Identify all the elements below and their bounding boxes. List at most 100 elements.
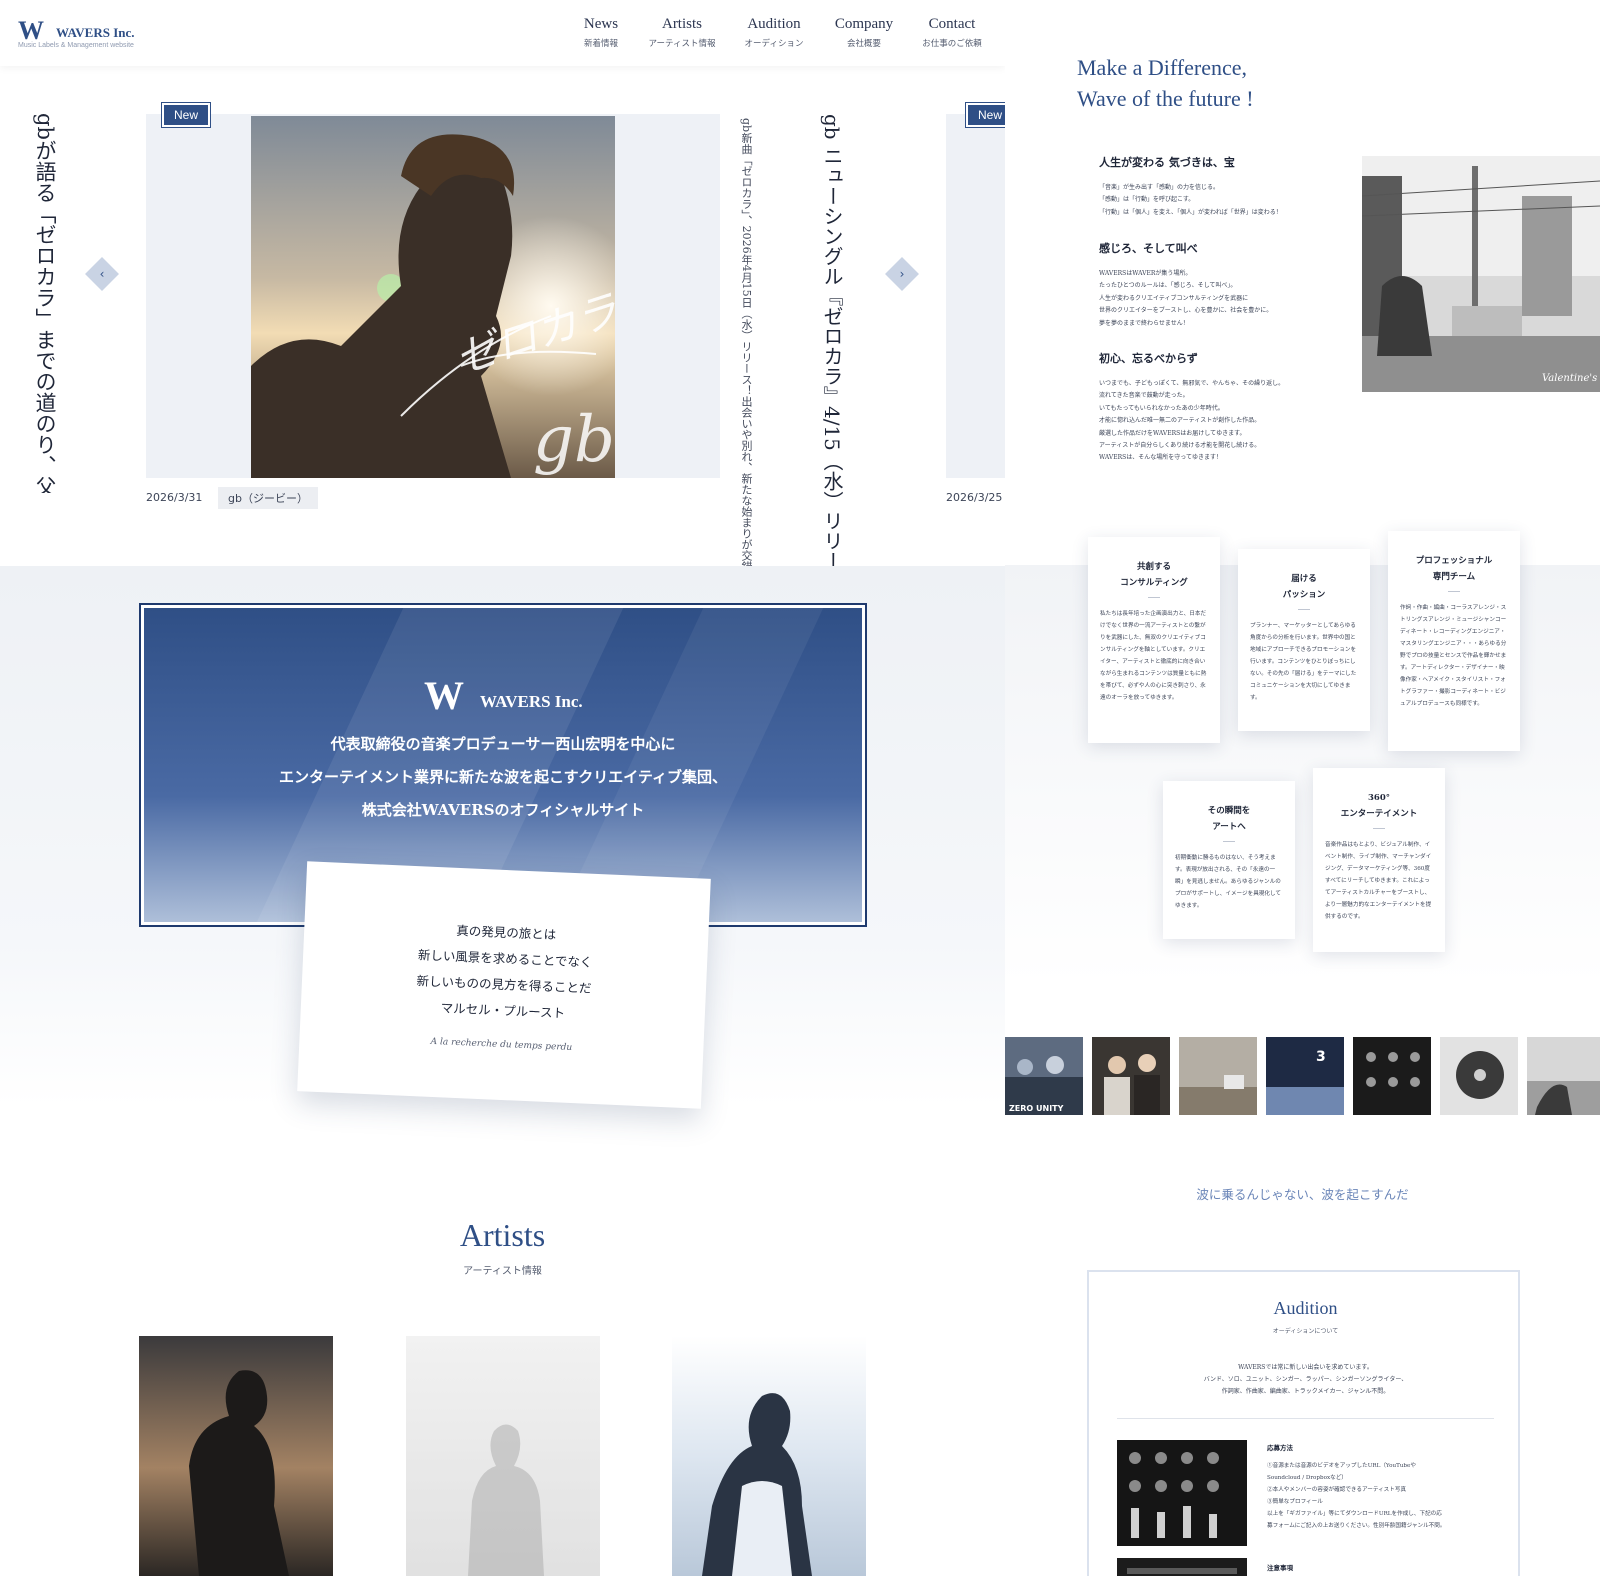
artist-card[interactable] [139, 1336, 333, 1576]
global-nav: News 新着情報 Artists アーティスト情報 Audition オーディション… [567, 16, 995, 49]
audition-section: Audition オーディションについて WAVERSでは常に新しい出会いを求め… [1087, 1270, 1520, 1576]
nav-audition-label: Audition [747, 16, 801, 32]
news-cover-image[interactable]: ゼロカラ gb [251, 116, 615, 478]
prev-news-title[interactable]: gbが語る「ゼロカラ」までの道のり、父のこと、J-POPへの思い～ 4/ [0, 113, 60, 493]
audition-method-title: 応募方法 [1267, 1444, 1293, 1452]
street-photo-image: Valentine's Day [1362, 156, 1600, 392]
about-line: 株式会社WAVERSのオフィシャルサイト [361, 801, 645, 819]
service-card: 360° エンターテイメント 音楽作品はもとより、ビジュアル制作、イベント制作、ラ… [1313, 768, 1445, 952]
cover-script-overlay: ゼロカラ gb [400, 285, 615, 477]
slider-prev-button[interactable]: ‹ [85, 257, 119, 291]
service-text: 音楽作品はもとより、ビジュアル制作、イベント制作、ライブ制作、マーチャンダイジン… [1325, 842, 1432, 920]
cover-script-text: ゼロカラ [449, 285, 615, 384]
service-title-line: コンサルティング [1120, 578, 1188, 588]
audition-photo-2 [1117, 1558, 1247, 1576]
service-divider [1298, 609, 1310, 610]
service-title-line: パッション [1282, 590, 1326, 600]
tagline-line: Make a Difference, [1077, 55, 1247, 80]
audition-subtitle: オーディションについて [1272, 1328, 1339, 1335]
gallery-thumb[interactable] [1440, 1037, 1518, 1115]
service-title-line: エンターテイメント [1340, 809, 1418, 819]
artist-card[interactable] [406, 1336, 600, 1576]
service-card: プロフェッショナル 専門チーム 作詞・作曲・編曲・コーラスアレンジ・ストリングスア… [1388, 531, 1520, 751]
gallery-thumb[interactable] [1527, 1037, 1600, 1115]
slider-next-button[interactable]: › [885, 257, 919, 291]
artist-photo-image [406, 1336, 600, 1576]
audition-intro-line: バンド、ソロ、ユニット、シンガー、ラッパー、シンガーソングライター、 [1203, 1376, 1408, 1383]
philosophy-line: 流れてきた音楽で鼓動が走った。 [1099, 392, 1189, 400]
nav-artists[interactable]: Artists アーティスト情報 [635, 16, 729, 49]
gallery-thumb[interactable]: 3 [1266, 1037, 1344, 1115]
quote-card: 真の発見の旅とは 新しい風景を求めることでなく 新しいものの見方を得ることだ マ… [297, 861, 711, 1109]
thumb-logo-icon: 3 [1316, 1049, 1326, 1065]
about-logo-name: WAVERS Inc. [480, 692, 583, 711]
nav-contact[interactable]: Contact お仕事のご依頼 [909, 16, 995, 49]
gallery-thumb[interactable] [1179, 1037, 1257, 1115]
gallery-thumb-image [1440, 1037, 1518, 1115]
nav-artists-sublabel: アーティスト情報 [648, 39, 716, 49]
service-divider [1448, 591, 1460, 592]
service-title: 届ける パッション [1250, 571, 1358, 603]
slogan: 波に乗るんじゃない、波を起こすんだ [1196, 1187, 1409, 1202]
artists-title: Artists [459, 1217, 546, 1253]
service-text: 作詞・作曲・編曲・コーラスアレンジ・ストリングスアレンジ・ミュージシャンコーディ… [1400, 605, 1507, 707]
service-title: 360° エンターテイメント [1325, 790, 1433, 822]
nav-company[interactable]: Company 会社概要 [819, 16, 909, 49]
artists-heading: Artists アーティスト情報 [0, 1217, 1005, 1277]
about-statement: 代表取締役の音楽プロデューサー西山宏明を中心に エンターテイメント業界に新たな波… [144, 728, 862, 827]
service-title-line: プロフェッショナル [1415, 556, 1493, 566]
service-title: 共創する コンサルティング [1100, 559, 1208, 591]
about-line: 代表取締役の音楽プロデューサー西山宏明を中心に [330, 735, 676, 753]
service-title-line: 専門チーム [1432, 572, 1476, 582]
philosophy-block: 感じろ、そして叫べ WAVERSはWAVERが集う場所。 たったひとつのルールは… [1099, 240, 1309, 330]
audition-method: 応募方法 ①音源または音源のビデオをアップしたURL（YouTubeや Soun… [1267, 1442, 1497, 1532]
chevron-left-icon: ‹ [99, 267, 105, 281]
service-divider [1223, 841, 1235, 842]
gallery-thumb[interactable] [1353, 1037, 1431, 1115]
audition-method-line: ①音源または音源のビデオをアップしたURL（YouTubeや [1267, 1463, 1416, 1469]
service-text: プランナー、マーケッターとしてあらゆる角度からの分析を行います。世界中の国と地域… [1250, 623, 1357, 701]
philosophy-line: WAVERSは、そんな場所を守ってゆきます！ [1099, 454, 1222, 462]
company-logo[interactable]: W WAVERS Inc. Music Labels & Management … [18, 16, 158, 52]
news-title[interactable]: gb ニューシングル『ゼロカラ』4/15（水）リリース！ [815, 114, 849, 611]
news-excerpt: gb新曲「ゼロカラ」、2026年4月15日（水）リリース！出会いや別れ、新たな始… [740, 118, 753, 870]
artist-photo-image [139, 1336, 333, 1576]
nav-audition[interactable]: Audition オーディション [729, 16, 819, 49]
service-title-line: その瞬間を [1207, 806, 1251, 816]
philosophy-block: 人生が変わる 気づきは、宝 「音楽」が生み出す「感動」の力を信じる。 「感動」は… [1099, 154, 1309, 219]
philosophy-line: 世界のクリエイターをブーストし、心を豊かに、社会を豊かに。 [1099, 307, 1273, 315]
nav-contact-label: Contact [928, 16, 976, 32]
nav-news[interactable]: News 新着情報 [567, 16, 635, 49]
philosophy-title: 人生が変わる 気づきは、宝 [1099, 156, 1235, 169]
service-card: その瞬間を アートへ 初期衝動に勝るものはない、そう考えます。表現が放出される、そ… [1163, 781, 1295, 939]
nav-artists-label: Artists [661, 16, 702, 32]
logo-tagline: Music Labels & Management website [18, 42, 134, 49]
tagline-line: Wave of the future ! [1077, 86, 1254, 111]
audition-intro: WAVERSでは常に新しい出会いを求めています。 バンド、ソロ、ユニット、シンガ… [1089, 1362, 1522, 1398]
philosophy-line: いてもたってもいられなかったあの少年時代。 [1099, 404, 1224, 412]
audition-method-line: 募フォームにご記入の上お送りください。性別年齢国籍ジャンル不問。 [1267, 1523, 1446, 1529]
chevron-right-icon: › [899, 267, 905, 281]
site-header: W WAVERS Inc. Music Labels & Management … [0, 0, 1005, 66]
gallery-thumb-image [1353, 1037, 1431, 1115]
gallery-thumb[interactable]: ZERO UNITY [1005, 1037, 1083, 1115]
artist-photo-image [672, 1336, 866, 1576]
new-badge-next: New [964, 102, 1005, 128]
service-title: その瞬間を アートへ [1175, 803, 1283, 835]
nav-company-sublabel: 会社概要 [846, 39, 881, 49]
gallery-thumb[interactable] [1092, 1037, 1170, 1115]
service-card: 届けるパッション プランナー、マーケッターとしてあらゆる角度からの分析を行います… [1238, 549, 1370, 731]
artist-card[interactable] [672, 1336, 866, 1576]
service-title-line: 届ける [1291, 574, 1317, 584]
news-artist-tag[interactable]: gb（ジービー） [218, 487, 318, 509]
service-title: プロフェッショナル 専門チーム [1400, 553, 1508, 585]
nav-news-sublabel: 新着情報 [583, 39, 618, 49]
philosophy-line: WAVERSはWAVERが集う場所。 [1099, 270, 1192, 277]
company-tagline: Make a Difference, Wave of the future ! [1077, 52, 1254, 114]
audition-intro-line: 作詞家、作曲家、編曲家、トラックメイカー、ジャンル不問。 [1221, 1388, 1390, 1395]
news-card-next[interactable] [946, 114, 1005, 478]
photo-caption: Valentine's Day [1542, 373, 1600, 384]
nav-contact-sublabel: お仕事のご依頼 [922, 39, 982, 49]
news-date: 2026/3/31 [146, 491, 203, 504]
quote-source: A la recherche du temps perdu [430, 1036, 573, 1054]
